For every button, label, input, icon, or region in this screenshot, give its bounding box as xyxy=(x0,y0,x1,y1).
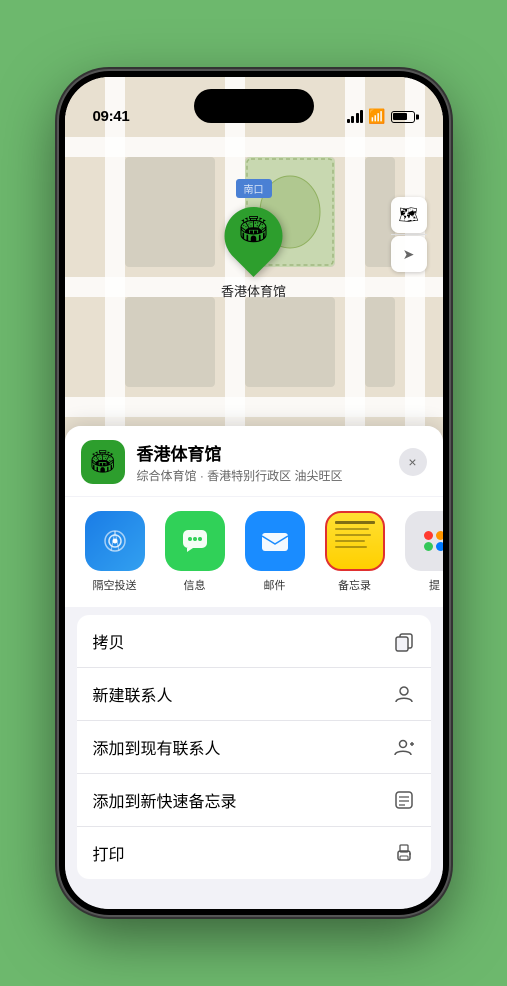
share-airdrop[interactable]: 隔空投送 xyxy=(75,511,155,593)
action-add-quick-note[interactable]: 添加到新快速备忘录 xyxy=(77,774,431,827)
person-add-icon xyxy=(393,736,415,758)
share-more[interactable]: 提 xyxy=(395,511,443,593)
action-copy-label: 拷贝 xyxy=(93,629,125,653)
quick-note-icon xyxy=(393,789,415,811)
action-copy[interactable]: 拷贝 xyxy=(77,615,431,668)
place-description: 综合体育馆 · 香港特别行政区 油尖旺区 xyxy=(137,467,399,484)
print-icon xyxy=(393,842,415,864)
map-pin-container: 🏟 香港体育馆 xyxy=(221,207,286,300)
notes-label: 备忘录 xyxy=(338,577,371,593)
entrance-label: 南口 xyxy=(236,179,272,198)
map-location-button[interactable]: ➤ xyxy=(391,236,427,272)
place-text: 香港体育馆 综合体育馆 · 香港特别行政区 油尖旺区 xyxy=(137,440,399,484)
copy-icon xyxy=(393,630,415,652)
close-button[interactable]: × xyxy=(399,448,427,476)
action-new-contact-label: 新建联系人 xyxy=(93,682,173,706)
place-name: 香港体育馆 xyxy=(137,440,399,465)
person-icon xyxy=(393,683,415,705)
signal-icon xyxy=(347,110,364,123)
airdrop-icon xyxy=(85,511,145,571)
messages-icon xyxy=(165,511,225,571)
map-pin-icon: 🏟 xyxy=(237,214,270,245)
action-print-label: 打印 xyxy=(93,841,125,865)
share-row: 隔空投送 信息 xyxy=(65,497,443,607)
action-list: 拷贝 新建联系人 添加到现有联系人 xyxy=(77,615,431,879)
dynamic-island xyxy=(194,89,314,123)
mail-icon xyxy=(245,511,305,571)
share-notes[interactable]: 备忘录 xyxy=(315,511,395,593)
notes-icon xyxy=(325,511,385,571)
map-controls: 🗺 ➤ xyxy=(391,197,427,272)
share-messages[interactable]: 信息 xyxy=(155,511,235,593)
map-place-name: 香港体育馆 xyxy=(221,281,286,300)
share-mail[interactable]: 邮件 xyxy=(235,511,315,593)
place-info-row: 🏟 香港体育馆 综合体育馆 · 香港特别行政区 油尖旺区 × xyxy=(65,426,443,496)
bottom-sheet: 🏟 香港体育馆 综合体育馆 · 香港特别行政区 油尖旺区 × xyxy=(65,426,443,909)
map-layer-button[interactable]: 🗺 xyxy=(391,197,427,233)
messages-label: 信息 xyxy=(184,577,206,593)
action-add-existing-contact[interactable]: 添加到现有联系人 xyxy=(77,721,431,774)
airdrop-label: 隔空投送 xyxy=(93,577,137,593)
more-icon xyxy=(405,511,443,571)
action-quick-note-label: 添加到新快速备忘录 xyxy=(93,788,237,812)
status-icons: 📶 xyxy=(347,108,415,125)
wifi-icon: 📶 xyxy=(368,108,385,125)
status-time: 09:41 xyxy=(93,108,130,125)
more-label: 提 xyxy=(429,577,440,593)
action-new-contact[interactable]: 新建联系人 xyxy=(77,668,431,721)
action-print[interactable]: 打印 xyxy=(77,827,431,879)
battery-icon xyxy=(391,111,415,123)
action-add-existing-label: 添加到现有联系人 xyxy=(93,735,221,759)
place-logo: 🏟 xyxy=(81,440,125,484)
mail-label: 邮件 xyxy=(264,577,286,593)
